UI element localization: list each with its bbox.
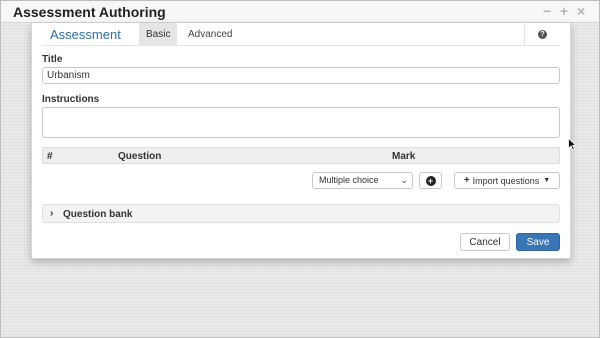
close-icon[interactable]: ×	[577, 3, 585, 19]
chevron-down-icon: ⌄	[400, 175, 408, 185]
chevron-right-icon: ›	[50, 208, 54, 219]
title-label: Title	[42, 54, 63, 65]
tab-bar: Assessment Basic Advanced ?	[42, 23, 560, 46]
question-circle-icon: ?	[538, 30, 547, 39]
caret-down-icon: ▼	[543, 177, 551, 184]
column-mark: Mark	[392, 151, 416, 162]
plus-circle-icon: +	[425, 175, 436, 186]
instructions-input[interactable]	[42, 107, 560, 138]
question-type-select[interactable]: Multiple choice ⌄	[312, 172, 413, 189]
minimize-icon[interactable]: −	[543, 3, 551, 19]
instructions-label: Instructions	[42, 94, 100, 105]
questions-table-header: # Question Mark	[42, 147, 560, 164]
cancel-button[interactable]: Cancel	[460, 233, 510, 251]
import-questions-label: Import questions	[472, 175, 540, 186]
tab-basic[interactable]: Basic	[139, 23, 178, 46]
assessment-panel: Assessment Basic Advanced ? Title Instru…	[31, 23, 571, 259]
cancel-label: Cancel	[469, 236, 501, 248]
title-bar: Assessment Authoring − + ×	[1, 1, 599, 23]
plus-icon: +	[463, 175, 470, 186]
tab-advanced[interactable]: Advanced	[181, 23, 239, 46]
add-question-button[interactable]: +	[419, 172, 442, 189]
import-questions-button[interactable]: + Import questions ▼	[454, 172, 560, 189]
question-bank-toggle[interactable]: › Question bank	[42, 204, 560, 223]
question-type-value: Multiple choice	[319, 175, 379, 185]
app-window: Assessment Authoring − + × Assessment Ba…	[0, 0, 600, 338]
save-button[interactable]: Save	[516, 233, 560, 251]
save-label: Save	[526, 236, 550, 248]
question-bank-label: Question bank	[63, 209, 133, 220]
maximize-icon[interactable]: +	[560, 3, 568, 19]
window-title: Assessment Authoring	[13, 4, 166, 20]
mouse-cursor-icon	[568, 138, 577, 151]
column-question: Question	[118, 151, 162, 162]
title-input[interactable]	[42, 67, 560, 84]
help-button[interactable]: ?	[524, 23, 560, 46]
column-number: #	[47, 151, 53, 162]
panel-heading: Assessment	[50, 27, 121, 42]
